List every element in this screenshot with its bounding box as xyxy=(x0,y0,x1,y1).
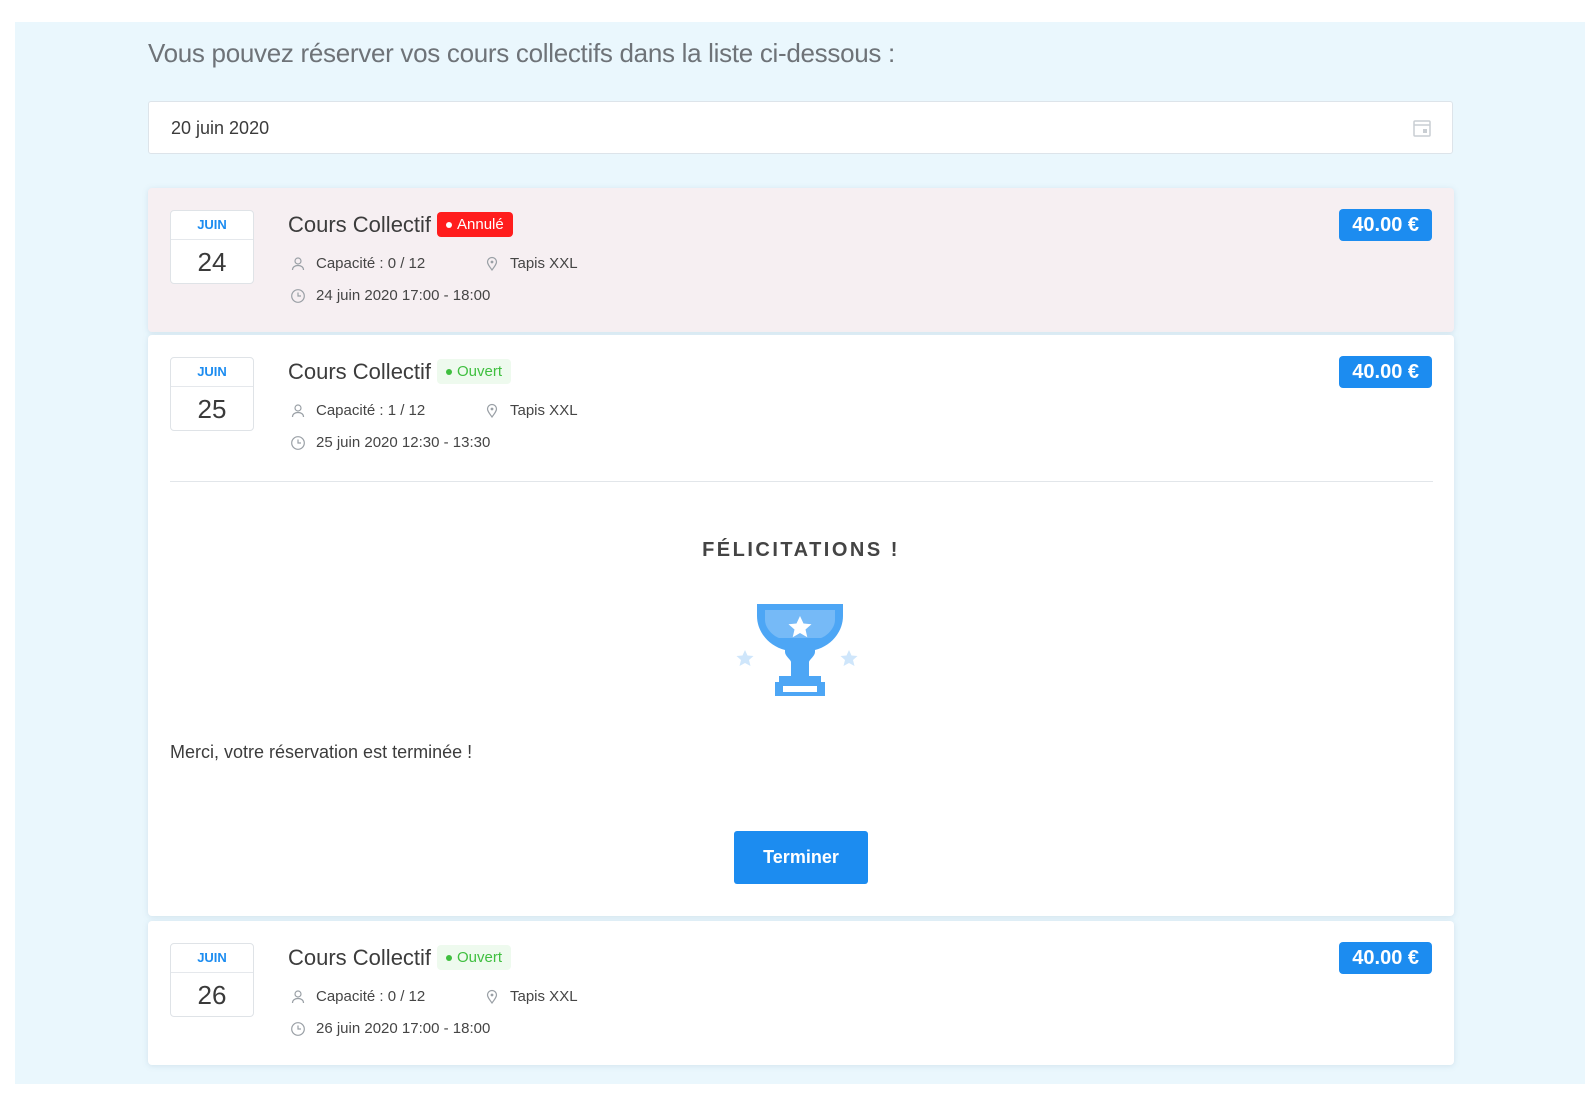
clock-icon xyxy=(291,1022,305,1036)
price-badge: 40.00 € xyxy=(1339,356,1432,388)
course-title: Cours Collectif xyxy=(288,212,432,237)
map-pin-icon xyxy=(486,989,498,1005)
clock-icon xyxy=(291,289,305,303)
date-badge: JUIN 26 xyxy=(170,943,254,1017)
status-badge: Annulé xyxy=(437,212,513,237)
user-icon xyxy=(291,257,305,271)
price-badge: 40.00 € xyxy=(1339,942,1432,974)
date-month: JUIN xyxy=(171,358,253,387)
trophy-icon xyxy=(736,604,858,696)
location-text: Tapis XXL xyxy=(510,255,578,272)
intro-text: Vous pouvez réserver vos cours collectif… xyxy=(148,38,895,68)
course-card[interactable]: JUIN 24 Cours Collectif Annulé 40.00 € C… xyxy=(148,188,1454,332)
date-day: 25 xyxy=(197,394,227,424)
map-pin-icon xyxy=(486,256,498,272)
confirmation-message: Merci, votre réservation est terminée ! xyxy=(170,742,473,762)
location-text: Tapis XXL xyxy=(510,988,578,1005)
clock-icon xyxy=(291,436,305,450)
capacity-text: Capacité : 0 / 12 xyxy=(316,988,426,1005)
date-badge: JUIN 24 xyxy=(170,210,254,284)
status-badge: Ouvert xyxy=(437,945,512,970)
date-picker-value: 20 juin 2020 xyxy=(171,118,270,138)
user-icon xyxy=(291,990,305,1004)
course-card[interactable]: JUIN 25 Cours Collectif Ouvert 40.00 € C… xyxy=(148,335,1454,916)
location-text: Tapis XXL xyxy=(510,402,578,419)
date-day: 26 xyxy=(197,980,227,1010)
course-title: Cours Collectif xyxy=(288,945,432,970)
finish-button[interactable]: Terminer xyxy=(734,831,868,884)
time-text: 26 juin 2020 17:00 - 18:00 xyxy=(316,1020,491,1037)
date-badge: JUIN 25 xyxy=(170,357,254,431)
time-text: 25 juin 2020 12:30 - 13:30 xyxy=(316,434,491,451)
congrats-heading: FÉLICITATIONS ! xyxy=(702,539,900,561)
course-title: Cours Collectif xyxy=(288,359,432,384)
calendar-icon[interactable] xyxy=(1412,118,1432,138)
divider xyxy=(170,481,1433,482)
date-picker-input[interactable]: 20 juin 2020 xyxy=(148,101,1453,154)
date-month: JUIN xyxy=(171,944,253,973)
map-pin-icon xyxy=(486,403,498,419)
course-card[interactable]: JUIN 26 Cours Collectif Ouvert 40.00 € C… xyxy=(148,921,1454,1065)
price-badge: 40.00 € xyxy=(1339,209,1432,241)
time-text: 24 juin 2020 17:00 - 18:00 xyxy=(316,287,491,304)
capacity-text: Capacité : 0 / 12 xyxy=(316,255,426,272)
status-badge: Ouvert xyxy=(437,359,512,384)
user-icon xyxy=(291,404,305,418)
capacity-text: Capacité : 1 / 12 xyxy=(316,402,426,419)
date-month: JUIN xyxy=(171,211,253,240)
date-day: 24 xyxy=(197,247,227,277)
